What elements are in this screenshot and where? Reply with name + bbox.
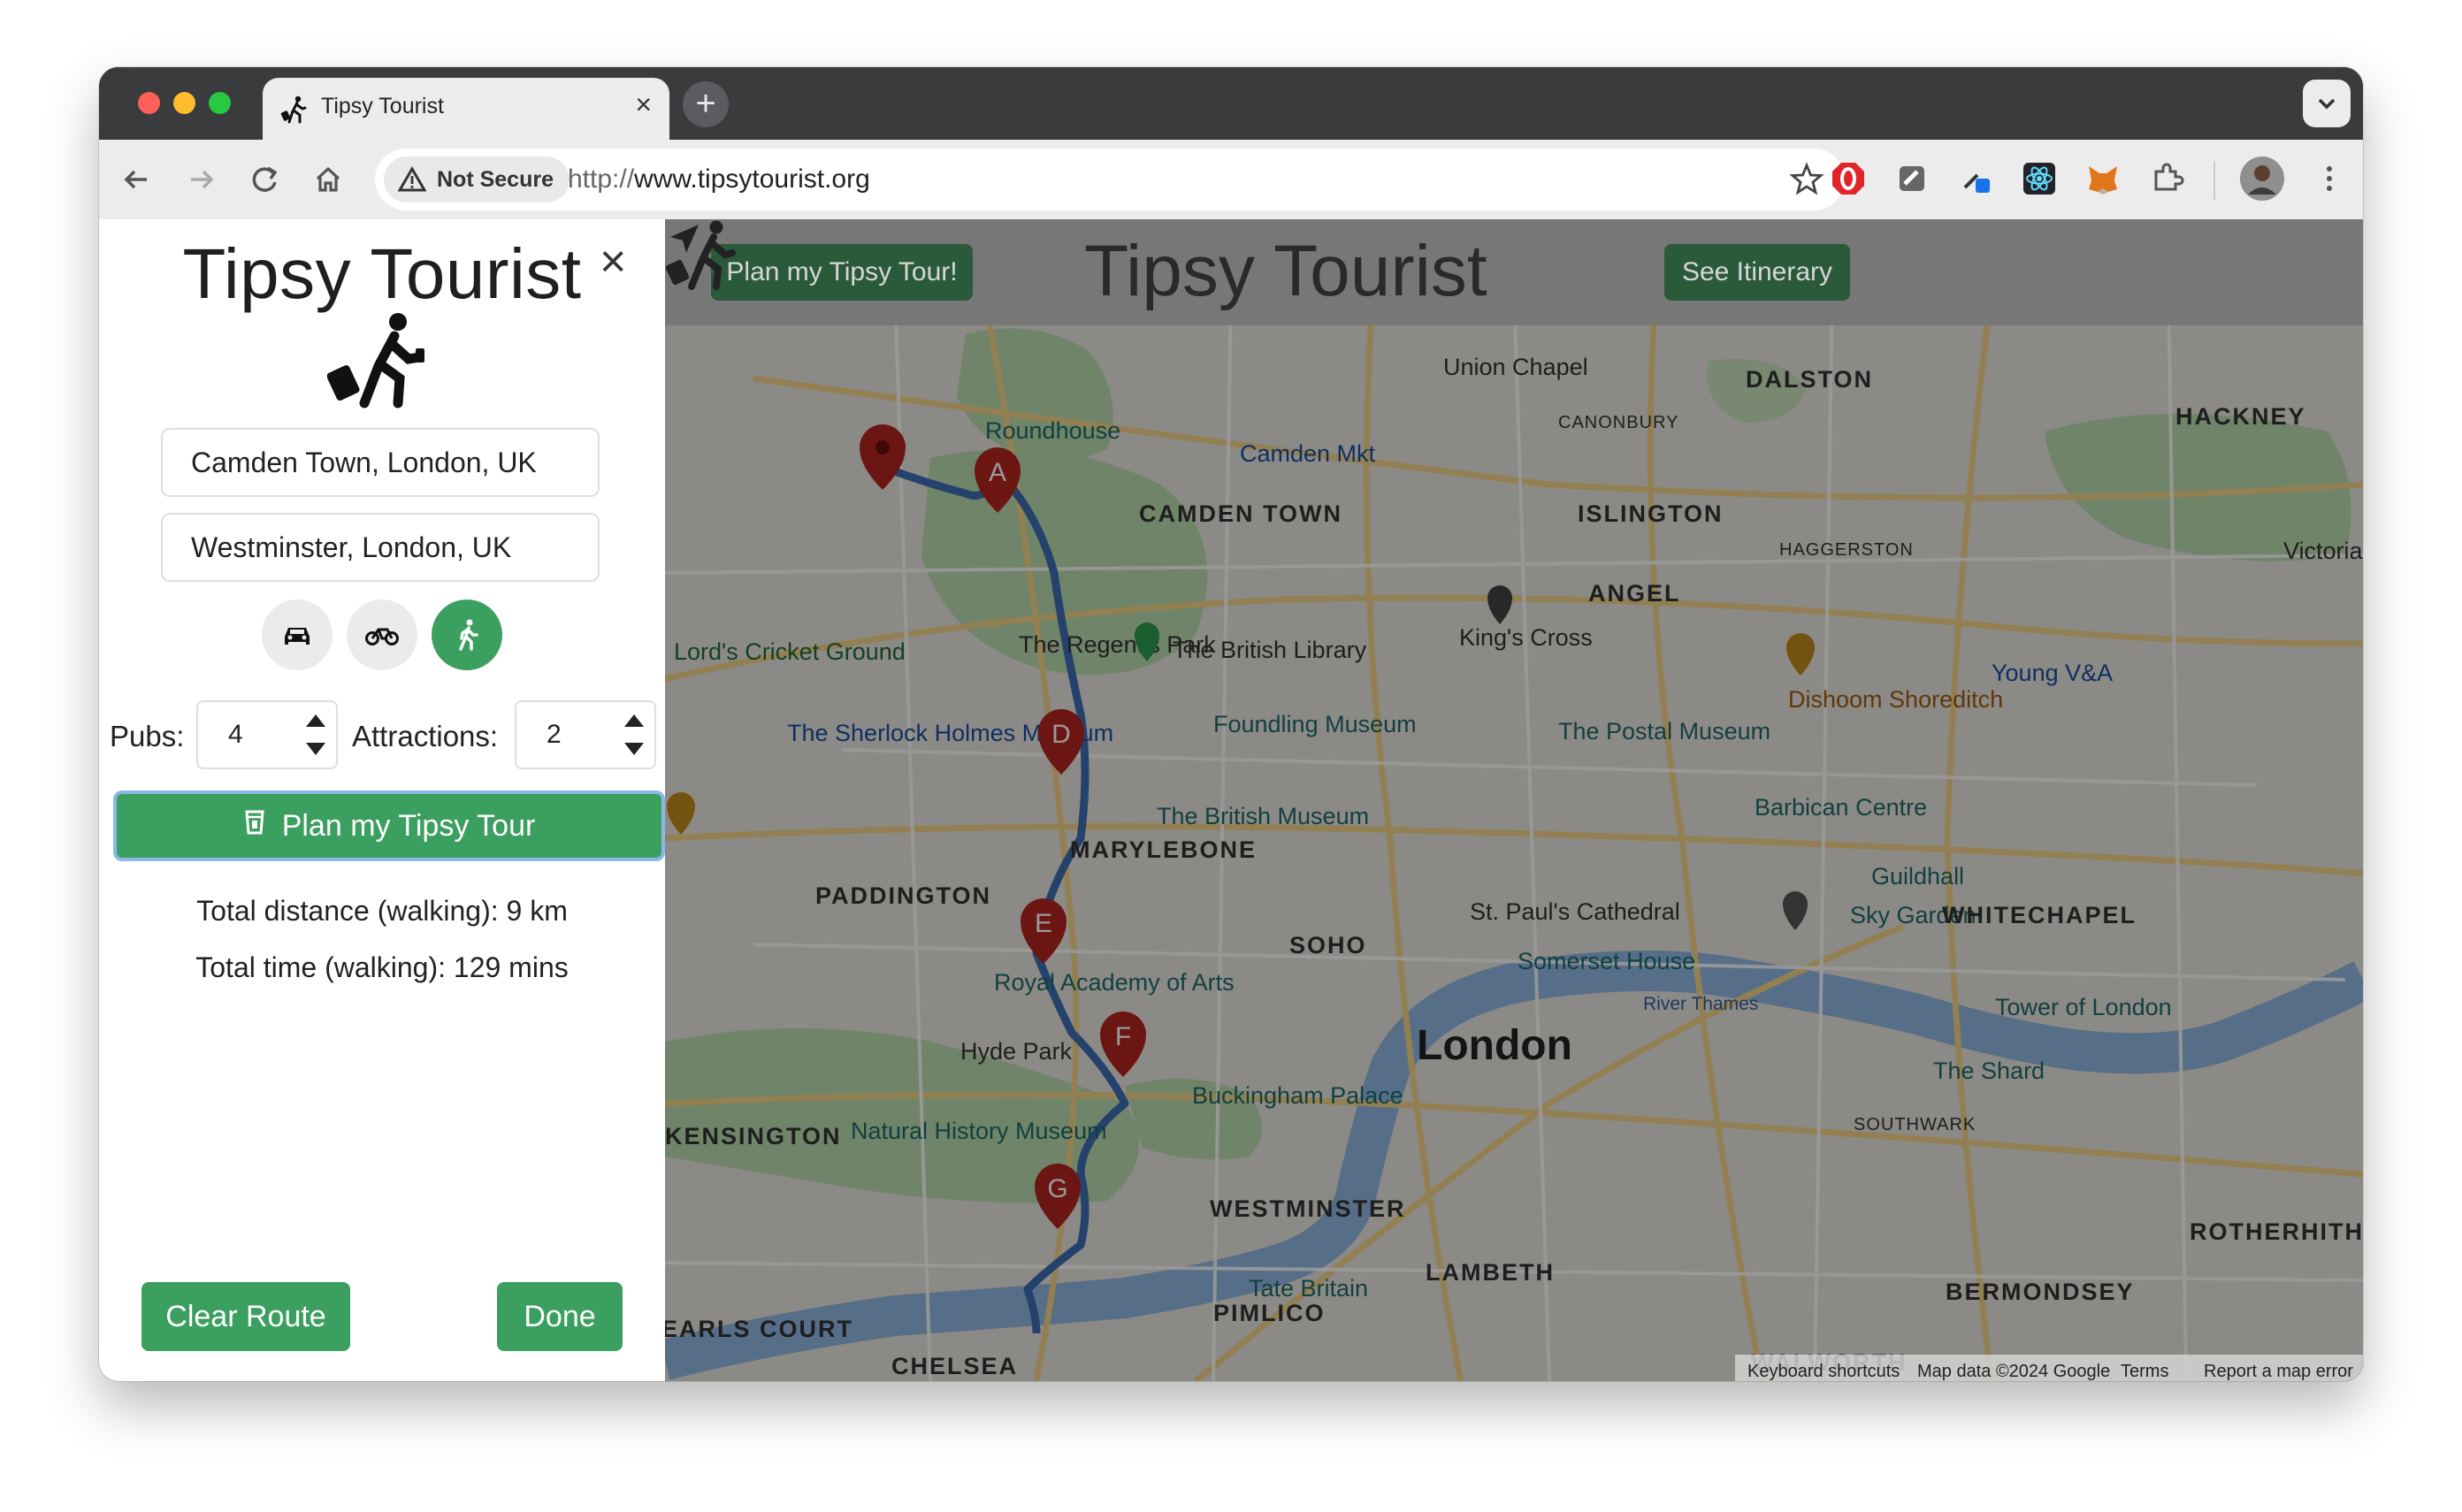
done-button[interactable]: Done bbox=[497, 1282, 623, 1351]
total-time: Total time (walking): 129 mins bbox=[195, 951, 569, 983]
increment-icon[interactable] bbox=[306, 714, 325, 727]
walk-icon bbox=[459, 619, 478, 651]
pubs-value: 4 bbox=[228, 720, 243, 749]
see-itinerary-button[interactable]: See Itinerary bbox=[1664, 244, 1850, 301]
terms-link[interactable]: Terms bbox=[2121, 1362, 2168, 1381]
plan-tour-button[interactable]: Plan my Tipsy Tour bbox=[113, 790, 665, 861]
cycling-mode-button[interactable] bbox=[347, 599, 417, 670]
address-bar[interactable]: Not Secure http://www.tipsytourist.org bbox=[375, 149, 1845, 210]
navigation-arrow-icon bbox=[670, 225, 699, 253]
decrement-icon[interactable] bbox=[624, 743, 644, 755]
walker-luggage-icon bbox=[327, 313, 424, 409]
close-panel-icon[interactable]: × bbox=[600, 239, 626, 285]
tab-title: Tipsy Tourist bbox=[321, 94, 444, 118]
browser-toolbar: Not Secure http://www.tipsytourist.org bbox=[99, 140, 2363, 219]
security-chip[interactable]: Not Secure bbox=[384, 157, 570, 202]
map-header: Plan my Tipsy Tour! Tipsy Tourist See It… bbox=[665, 219, 2363, 325]
increment-icon[interactable] bbox=[624, 714, 644, 727]
toolbar-divider bbox=[2214, 161, 2215, 200]
forward-icon[interactable] bbox=[180, 159, 221, 200]
dropper-extension-icon[interactable] bbox=[1954, 157, 1997, 200]
close-tab-icon[interactable]: × bbox=[635, 90, 652, 118]
map-area[interactable]: Union Chapel DALSTON HACKNEY CANONBURY R… bbox=[665, 219, 2363, 1381]
map-header-title: Tipsy Tourist bbox=[1084, 231, 1487, 311]
pubs-stepper[interactable]: 4 bbox=[196, 700, 338, 769]
plan-tour-header-button[interactable]: Plan my Tipsy Tour! bbox=[711, 244, 973, 301]
metamask-fox-icon[interactable] bbox=[2082, 157, 2124, 200]
attractions-label: Attractions: bbox=[352, 720, 499, 752]
driving-mode-button[interactable] bbox=[262, 599, 333, 670]
decrement-icon[interactable] bbox=[306, 743, 325, 755]
minimize-window-button[interactable] bbox=[173, 92, 195, 114]
page-content: Union Chapel DALSTON HACKNEY CANONBURY R… bbox=[99, 219, 2363, 1381]
chevron-down-icon bbox=[2318, 98, 2336, 110]
react-devtools-icon[interactable] bbox=[2018, 157, 2061, 200]
attractions-stepper[interactable]: 2 bbox=[515, 700, 656, 769]
map-data-label: Map data ©2024 Google bbox=[1917, 1362, 2111, 1381]
total-distance: Total distance (walking): 9 km bbox=[196, 895, 568, 927]
walking-mode-button[interactable] bbox=[432, 599, 502, 670]
new-tab-button[interactable]: + bbox=[683, 81, 729, 127]
attractions-value: 2 bbox=[547, 720, 562, 749]
reload-icon[interactable] bbox=[244, 159, 285, 200]
security-label: Not Secure bbox=[437, 167, 554, 192]
panel-title: Tipsy Tourist bbox=[182, 234, 582, 313]
profile-avatar[interactable] bbox=[2239, 156, 2285, 202]
extensions-puzzle-icon[interactable] bbox=[2145, 157, 2188, 200]
url-text: http://www.tipsytourist.org bbox=[568, 164, 870, 195]
screenshot-extension-icon[interactable] bbox=[1891, 157, 1933, 200]
browser-window: Tipsy Tourist × + Not Secure http://www.… bbox=[99, 67, 2363, 1381]
start-location-input[interactable]: Camden Town, London, UK bbox=[161, 428, 600, 497]
plan-tour-label: Plan my Tipsy Tour bbox=[281, 809, 536, 843]
url-scheme: http:// bbox=[568, 164, 635, 194]
maximize-window-button[interactable] bbox=[209, 92, 231, 114]
bike-icon bbox=[365, 628, 399, 645]
close-window-button[interactable] bbox=[138, 92, 160, 114]
end-location-input[interactable]: Westminster, London, UK bbox=[161, 513, 600, 582]
beer-glass-icon bbox=[243, 793, 266, 857]
keyboard-shortcuts-link[interactable]: Keyboard shortcuts bbox=[1747, 1362, 1900, 1381]
tab-search-button[interactable] bbox=[2303, 80, 2351, 127]
home-icon[interactable] bbox=[308, 159, 348, 200]
url-host: www.tipsytourist.org bbox=[634, 164, 870, 194]
opera-adblock-icon[interactable] bbox=[1827, 157, 1869, 200]
report-error-link[interactable]: Report a map error bbox=[2204, 1362, 2353, 1381]
bookmark-star-icon[interactable] bbox=[1788, 161, 1825, 198]
more-menu-icon[interactable] bbox=[2308, 157, 2351, 200]
clear-route-button[interactable]: Clear Route bbox=[141, 1282, 350, 1351]
tab-tipsy-tourist[interactable]: Tipsy Tourist × bbox=[263, 78, 669, 140]
car-icon bbox=[285, 628, 310, 645]
tab-strip: Tipsy Tourist × + bbox=[99, 67, 2363, 140]
pubs-label: Pubs: bbox=[110, 720, 185, 752]
warning-icon bbox=[398, 166, 426, 192]
back-icon[interactable] bbox=[117, 159, 157, 200]
walker-luggage-icon bbox=[280, 95, 307, 124]
modal-backdrop[interactable] bbox=[665, 219, 2363, 1381]
tour-planner-panel: Tipsy Tourist × Camden Town, London, UK … bbox=[99, 219, 665, 1381]
